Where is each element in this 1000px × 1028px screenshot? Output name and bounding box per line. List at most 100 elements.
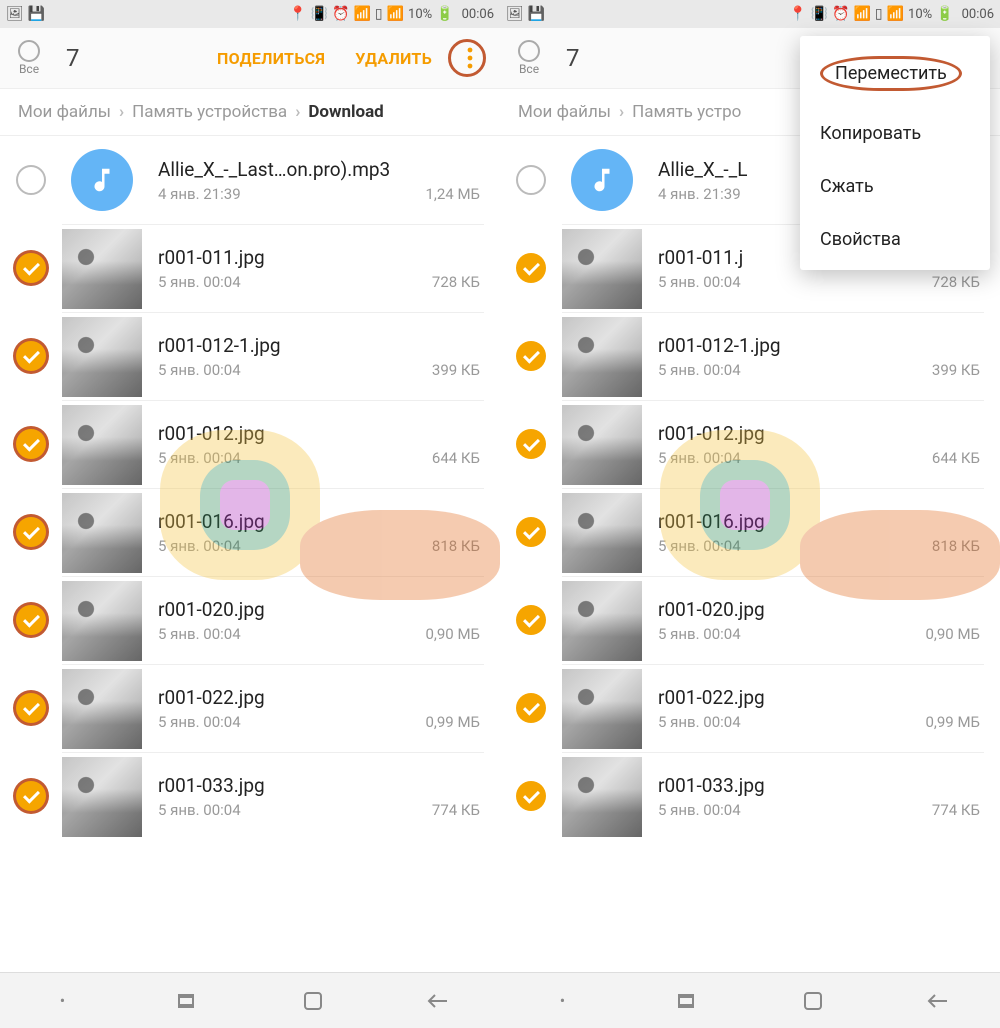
nav-home-button[interactable]	[800, 988, 826, 1014]
menu-item-compress[interactable]: Сжать	[800, 160, 990, 213]
file-checkbox[interactable]	[516, 253, 546, 283]
menu-item-properties[interactable]: Свойства	[800, 213, 990, 266]
file-row[interactable]: r001-022.jpg5 янв. 00:040,99 МБ	[0, 664, 500, 752]
file-checkbox[interactable]	[516, 165, 546, 195]
file-name: r001-016.jpg	[658, 510, 984, 533]
file-checkbox[interactable]	[516, 517, 546, 547]
file-checkbox[interactable]	[16, 165, 46, 195]
overflow-menu: Переместить Копировать Сжать Свойства	[800, 36, 990, 270]
nav-dot-icon[interactable]: •	[50, 988, 76, 1014]
file-row[interactable]: r001-033.jpg5 янв. 00:04774 КБ	[500, 752, 1000, 840]
file-checkbox[interactable]	[516, 429, 546, 459]
file-row[interactable]: r001-016.jpg 5 янв. 00:04 818 КБ	[500, 488, 1000, 576]
screen-left: 🖼 💾 📍 📳 ⏰ 📶 ▯ 📶 10% 🔋 00:06 Все 7 ПОДЕЛИ…	[0, 0, 500, 1028]
screen-right: 🖼 💾 📍 📳 ⏰ 📶 ▯ 📶 10% 🔋 00:06 Все 7 ПОДЕЛИ…	[500, 0, 1000, 1028]
file-row[interactable]: r001-012.jpg5 янв. 00:04644 КБ	[0, 400, 500, 488]
menu-item-copy[interactable]: Копировать	[800, 107, 990, 160]
nav-recents-button[interactable]	[675, 988, 701, 1014]
file-row[interactable]: r001-012-1.jpg5 янв. 00:04399 КБ	[500, 312, 1000, 400]
photo-thumbnail	[562, 405, 642, 485]
file-date: 5 янв. 00:04	[658, 537, 741, 555]
file-row[interactable]: r001-012.jpg5 янв. 00:04644 КБ	[500, 400, 1000, 488]
file-size: 399 КБ	[932, 361, 980, 379]
share-button[interactable]: ПОДЕЛИТЬСЯ	[217, 49, 325, 68]
file-size: 644 КБ	[432, 449, 480, 467]
breadcrumb-mid[interactable]: Память устро	[632, 102, 741, 122]
file-row[interactable]: r001-016.jpg5 янв. 00:04818 КБ	[0, 488, 500, 576]
file-row[interactable]: r001-033.jpg5 янв. 00:04774 КБ	[0, 752, 500, 840]
file-checkbox[interactable]	[516, 605, 546, 635]
breadcrumb-root[interactable]: Мои файлы	[18, 102, 111, 122]
overflow-button[interactable]	[448, 39, 486, 77]
delete-button[interactable]: УДАЛИТЬ	[355, 49, 432, 68]
battery-icon: 🔋	[936, 6, 953, 22]
file-size: 728 КБ	[432, 273, 480, 291]
file-name: Allie_X_-_Last…on.pro).mp3	[158, 158, 484, 181]
file-name: r001-012-1.jpg	[158, 334, 484, 357]
photo-thumbnail	[562, 669, 642, 749]
select-all-button[interactable]: Все	[18, 40, 40, 76]
file-checkbox[interactable]	[16, 253, 46, 283]
file-row[interactable]: r001-012-1.jpg5 янв. 00:04399 КБ	[0, 312, 500, 400]
file-checkbox[interactable]	[16, 517, 46, 547]
file-row[interactable]: Allie_X_-_Last…on.pro).mp34 янв. 21:391,…	[0, 136, 500, 224]
location-icon: 📍	[789, 6, 806, 22]
nav-recents-button[interactable]	[175, 988, 201, 1014]
file-size: 818 КБ	[432, 537, 480, 555]
file-checkbox[interactable]	[516, 781, 546, 811]
image-icon: 🖼	[6, 6, 24, 22]
file-size: 0,99 МБ	[925, 713, 980, 731]
file-date: 5 янв. 00:04	[158, 801, 241, 819]
file-checkbox[interactable]	[16, 429, 46, 459]
file-size: 818 КБ	[932, 537, 980, 555]
file-checkbox[interactable]	[16, 605, 46, 635]
status-bar: 🖼 💾 📍 📳 ⏰ 📶 ▯ 📶 10% 🔋 00:06	[0, 0, 500, 28]
android-navbar: •	[0, 972, 500, 1028]
breadcrumb: Мои файлы › Память устройства › Download	[0, 88, 500, 136]
file-checkbox[interactable]	[516, 341, 546, 371]
file-checkbox[interactable]	[516, 693, 546, 723]
file-row[interactable]: r001-020.jpg5 янв. 00:040,90 МБ	[500, 576, 1000, 664]
nav-back-button[interactable]	[425, 988, 451, 1014]
file-name: r001-033.jpg	[658, 774, 984, 797]
file-size: 1,24 МБ	[425, 185, 480, 203]
file-date: 5 янв. 00:04	[658, 449, 741, 467]
kebab-icon	[457, 44, 483, 72]
file-name: r001-012-1.jpg	[658, 334, 984, 357]
alarm-icon: ⏰	[332, 6, 349, 22]
chevron-right-icon: ›	[295, 102, 300, 122]
file-row[interactable]: r001-022.jpg5 янв. 00:040,99 МБ	[500, 664, 1000, 752]
signal-icon: 📶	[387, 6, 404, 22]
file-date: 5 янв. 00:04	[158, 537, 241, 555]
status-bar: 🖼 💾 📍 📳 ⏰ 📶 ▯ 📶 10% 🔋 00:06	[500, 0, 1000, 28]
nav-home-button[interactable]	[300, 988, 326, 1014]
file-checkbox[interactable]	[16, 781, 46, 811]
file-size: 399 КБ	[432, 361, 480, 379]
menu-item-move[interactable]: Переместить	[800, 40, 990, 107]
file-date: 5 янв. 00:04	[658, 273, 741, 291]
signal-icon: 📶	[887, 6, 904, 22]
chevron-right-icon: ›	[119, 102, 124, 122]
file-checkbox[interactable]	[16, 693, 46, 723]
file-size: 774 КБ	[432, 801, 480, 819]
vibrate-icon: 📳	[811, 6, 828, 22]
clock: 00:06	[962, 7, 994, 22]
wifi-icon: 📶	[353, 6, 370, 22]
battery-pct: 10%	[908, 7, 932, 22]
nav-dot-icon[interactable]: •	[550, 988, 576, 1014]
select-all-button[interactable]: Все	[518, 40, 540, 76]
select-all-label: Все	[19, 62, 39, 76]
file-row[interactable]: r001-020.jpg5 янв. 00:040,90 МБ	[0, 576, 500, 664]
nav-back-button[interactable]	[925, 988, 951, 1014]
file-name: r001-022.jpg	[158, 686, 484, 709]
breadcrumb-root[interactable]: Мои файлы	[518, 102, 611, 122]
photo-thumbnail	[562, 229, 642, 309]
file-row[interactable]: r001-011.jpg5 янв. 00:04728 КБ	[0, 224, 500, 312]
file-checkbox[interactable]	[16, 341, 46, 371]
battery-icon: 🔋	[436, 6, 453, 22]
file-date: 5 янв. 00:04	[158, 273, 241, 291]
file-list[interactable]: Allie_X_-_Last…on.pro).mp34 янв. 21:391,…	[0, 136, 500, 972]
photo-thumbnail	[62, 669, 142, 749]
alarm-icon: ⏰	[832, 6, 849, 22]
breadcrumb-mid[interactable]: Память устройства	[132, 102, 287, 122]
